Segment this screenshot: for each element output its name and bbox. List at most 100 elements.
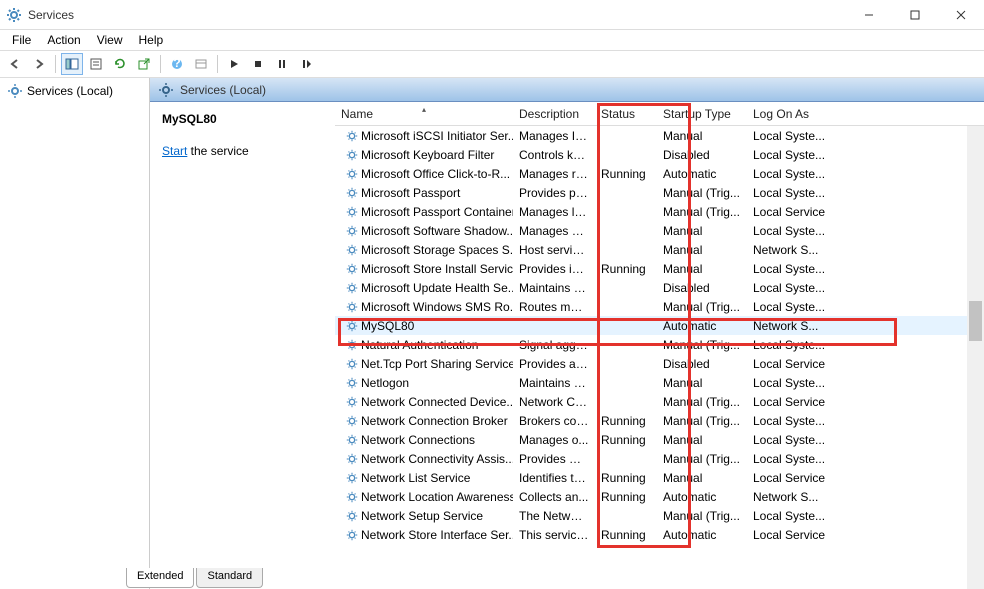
cell-name: Microsoft Store Install Service [335,262,513,276]
menu-bar: File Action View Help [0,30,984,50]
cell-description: Provides pr... [513,186,595,200]
service-row[interactable]: Natural AuthenticationSignal aggr...Manu… [335,335,984,354]
col-name[interactable]: ▴Name [335,107,513,121]
cell-logon: Local Syste... [747,452,847,466]
menu-view[interactable]: View [89,31,131,49]
service-row[interactable]: Network Connected Device...Network Co...… [335,392,984,411]
cell-name: Network List Service [335,471,513,485]
service-row[interactable]: Microsoft Update Health Se...Maintains U… [335,278,984,297]
cell-name: Microsoft Update Health Se... [335,281,513,295]
menu-file[interactable]: File [4,31,39,49]
services-icon [6,7,22,23]
col-log-on-as[interactable]: Log On As [747,107,847,121]
tab-strip: Extended Standard [126,568,265,588]
start-service-link[interactable]: Start [162,144,187,158]
cell-description: Provides Dir... [513,452,595,466]
cell-logon: Local Syste... [747,148,847,162]
help-button[interactable]: ? [166,53,188,75]
service-row[interactable]: Network Location AwarenessCollects an...… [335,487,984,506]
service-row[interactable]: Microsoft Software Shadow...Manages so..… [335,221,984,240]
restart-service-button[interactable] [295,53,317,75]
refresh-button[interactable] [109,53,131,75]
cell-description: Manages In... [513,129,595,143]
service-row[interactable]: Microsoft Windows SMS Ro...Routes mes...… [335,297,984,316]
service-row[interactable]: Microsoft iSCSI Initiator Ser...Manages … [335,126,984,145]
cell-description: Routes mes... [513,300,595,314]
col-description[interactable]: Description [513,107,595,121]
scrollbar[interactable] [967,126,984,589]
cell-logon: Network S... [747,490,847,504]
cell-startup: Manual (Trig... [657,186,747,200]
tree-item-services-local[interactable]: Services (Local) [2,80,147,102]
cell-name: Microsoft Software Shadow... [335,224,513,238]
detail-pane: Services (Local) MySQL80 Start the servi… [150,78,984,589]
export-button[interactable] [133,53,155,75]
show-hide-tree-button[interactable] [61,53,83,75]
stop-service-button[interactable] [247,53,269,75]
cell-status: Running [595,471,657,485]
options-button[interactable] [190,53,212,75]
cell-logon: Local Service [747,205,847,219]
cell-startup: Manual (Trig... [657,414,747,428]
cell-logon: Network S... [747,319,847,333]
minimize-button[interactable] [846,0,892,30]
cell-description: Manages o... [513,433,595,447]
forward-button[interactable] [28,53,50,75]
menu-action[interactable]: Action [39,31,88,49]
cell-logon: Local Syste... [747,300,847,314]
service-row[interactable]: Network Connection BrokerBrokers con...R… [335,411,984,430]
cell-description: Host service... [513,243,595,257]
service-row[interactable]: NetlogonMaintains a ...ManualLocal Syste… [335,373,984,392]
service-row[interactable]: Network Setup ServiceThe Networ...Manual… [335,506,984,525]
cell-logon: Local Service [747,528,847,542]
detail-body: MySQL80 Start the service ▴Name Descript… [150,102,984,589]
cell-name: Microsoft iSCSI Initiator Ser... [335,129,513,143]
service-row[interactable]: Net.Tcp Port Sharing ServiceProvides abi… [335,354,984,373]
cell-name: Microsoft Storage Spaces S... [335,243,513,257]
cell-logon: Local Service [747,395,847,409]
back-button[interactable] [4,53,26,75]
service-row[interactable]: MySQL80AutomaticNetwork S... [335,316,984,335]
service-row[interactable]: Microsoft Storage Spaces S...Host servic… [335,240,984,259]
service-row[interactable]: Network Store Interface Ser...This servi… [335,525,984,544]
scroll-thumb[interactable] [969,301,982,341]
maximize-button[interactable] [892,0,938,30]
col-status[interactable]: Status [595,107,657,121]
menu-help[interactable]: Help [131,31,172,49]
cell-startup: Manual [657,129,747,143]
cell-description: Collects an... [513,490,595,504]
col-startup-type[interactable]: Startup Type [657,107,747,121]
info-panel: MySQL80 Start the service [150,102,335,589]
window-title: Services [28,8,846,22]
start-suffix: the service [187,144,248,158]
service-row[interactable]: Microsoft Store Install ServiceProvides … [335,259,984,278]
cell-status: Running [595,262,657,276]
properties-button[interactable] [85,53,107,75]
service-row[interactable]: Network Connectivity Assis...Provides Di… [335,449,984,468]
close-button[interactable] [938,0,984,30]
gear-icon [7,83,23,99]
service-row[interactable]: Network ConnectionsManages o...RunningMa… [335,430,984,449]
service-row[interactable]: Microsoft Office Click-to-R...Manages re… [335,164,984,183]
detail-header-text: Services (Local) [180,83,266,97]
cell-startup: Automatic [657,490,747,504]
start-service-button[interactable] [223,53,245,75]
cell-logon: Network S... [747,243,847,257]
tab-standard[interactable]: Standard [196,568,263,588]
service-row[interactable]: Microsoft Passport ContainerManages lo..… [335,202,984,221]
toolbar: ? [0,50,984,78]
cell-description: Manages re... [513,167,595,181]
tab-extended[interactable]: Extended [126,568,194,588]
selected-service-name: MySQL80 [162,112,323,126]
cell-name: Network Setup Service [335,509,513,523]
cell-startup: Manual (Trig... [657,338,747,352]
service-row[interactable]: Microsoft PassportProvides pr...Manual (… [335,183,984,202]
title-bar: Services [0,0,984,30]
service-row[interactable]: Network List ServiceIdentifies th...Runn… [335,468,984,487]
cell-logon: Local Syste... [747,338,847,352]
detail-header: Services (Local) [150,78,984,102]
cell-startup: Manual [657,471,747,485]
cell-logon: Local Syste... [747,167,847,181]
service-row[interactable]: Microsoft Keyboard FilterControls ke...D… [335,145,984,164]
pause-service-button[interactable] [271,53,293,75]
